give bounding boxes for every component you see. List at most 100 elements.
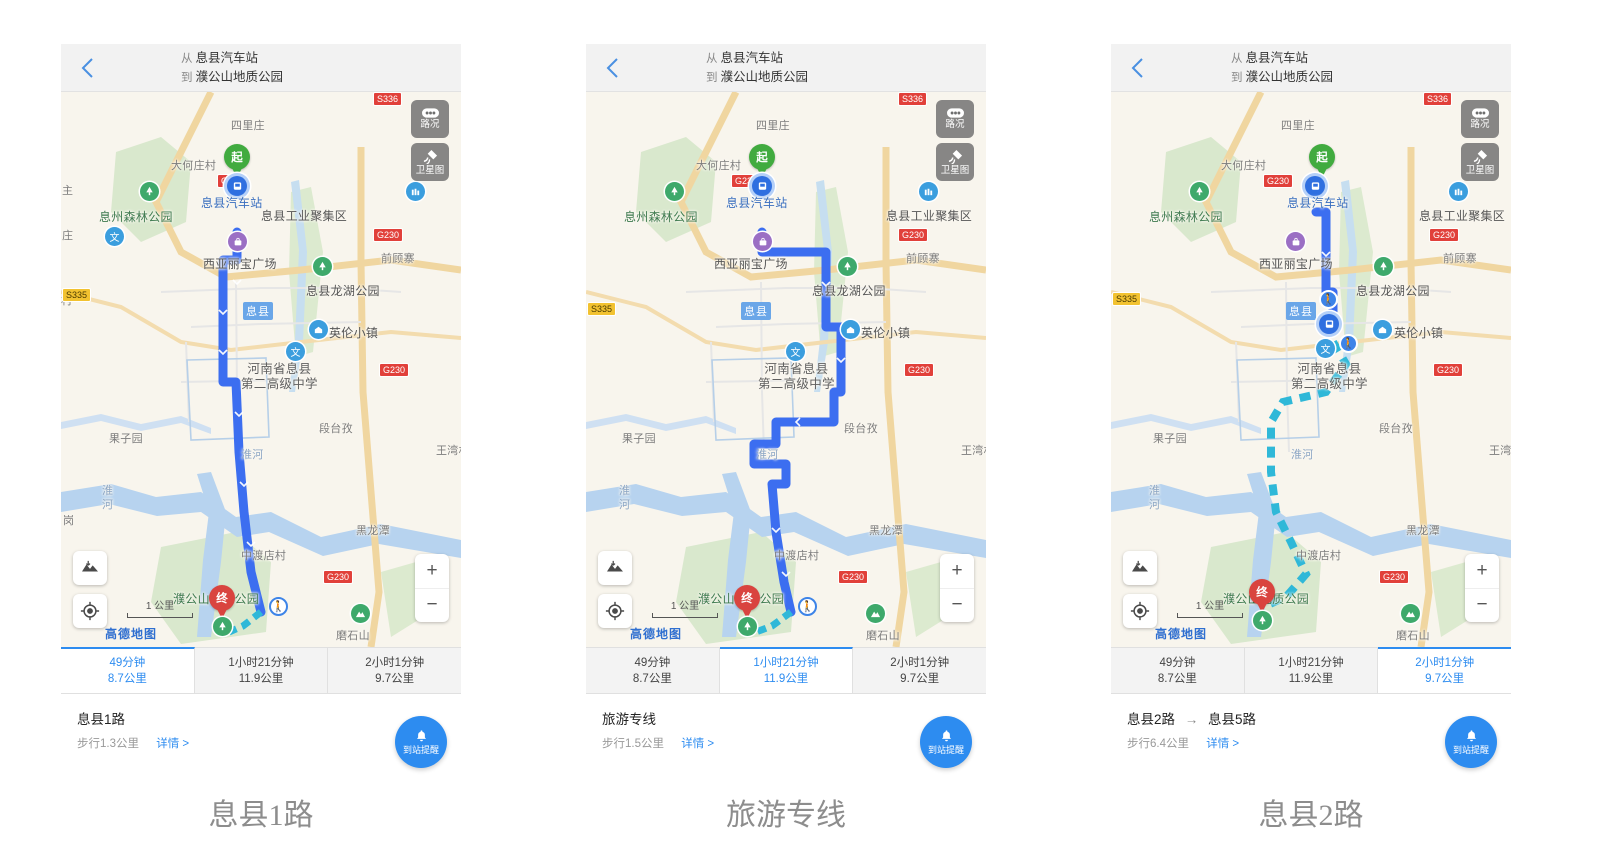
road-shield: S335 bbox=[587, 302, 617, 316]
route-panel-3: 从息县汽车站 到濮公山地质公园 四里庄 大何庄村 息州森林公园 息县工业聚集区 … bbox=[1111, 44, 1512, 794]
map-label: 息县龙湖公园 bbox=[812, 284, 886, 298]
panel-header: 从息县汽车站 到濮公山地质公园 bbox=[61, 44, 461, 92]
satellite-label: 卫星图 bbox=[940, 164, 970, 176]
map-label: 王湾村 bbox=[436, 445, 461, 457]
map-label: 前顾寨 bbox=[381, 253, 415, 265]
satellite-button[interactable]: 卫星图 bbox=[1461, 143, 1499, 181]
satellite-label: 卫星图 bbox=[1465, 164, 1495, 176]
map-label-school: 河南省息县 第二高级中学 bbox=[1291, 362, 1368, 391]
road-shield: S336 bbox=[1423, 92, 1453, 106]
locate-button[interactable] bbox=[73, 594, 107, 628]
tab-option-3[interactable]: 2小时1分钟 9.7公里 bbox=[328, 648, 461, 693]
end-marker[interactable]: 终 bbox=[1249, 579, 1275, 613]
arrival-reminder-button[interactable]: 到站提醒 bbox=[920, 716, 972, 768]
amap-logo: 高德地图 bbox=[1155, 627, 1208, 641]
bus-stop-icon[interactable] bbox=[752, 176, 772, 196]
map-label-river: 淮河 bbox=[102, 485, 114, 511]
tab-option-2[interactable]: 1小时21分钟 11.9公里 bbox=[1245, 648, 1379, 693]
tab-option-3[interactable]: 2小时1分钟 9.7公里 bbox=[1378, 647, 1512, 693]
scale-bar: 1 公里 bbox=[127, 597, 193, 618]
start-marker[interactable]: 起 bbox=[1309, 144, 1335, 178]
zoom-out-button[interactable]: − bbox=[1465, 589, 1499, 623]
satellite-button[interactable]: 卫星图 bbox=[411, 143, 449, 181]
zoom-control[interactable]: + − bbox=[940, 554, 974, 622]
back-button[interactable] bbox=[1127, 55, 1149, 81]
park-icon bbox=[738, 617, 757, 636]
map-label: 王湾村 bbox=[1489, 445, 1511, 457]
bus-stop-icon[interactable] bbox=[1319, 314, 1339, 334]
route-tabs[interactable]: 49分钟 8.7公里 1小时21分钟 11.9公里 2小时1分钟 9.7公里 bbox=[586, 647, 986, 694]
map-label: 西亚丽宝广场 bbox=[203, 257, 277, 271]
end-marker[interactable]: 终 bbox=[209, 585, 235, 619]
zoom-control[interactable]: + − bbox=[415, 554, 449, 622]
detail-link[interactable]: 详情 > bbox=[681, 738, 714, 750]
detail-link[interactable]: 详情 > bbox=[1206, 738, 1239, 750]
fab-label: 到站提醒 bbox=[927, 744, 964, 755]
map-label-school: 河南省息县 第二高级中学 bbox=[241, 362, 318, 391]
arrival-reminder-button[interactable]: 到站提醒 bbox=[395, 716, 447, 768]
bus-stop-icon[interactable] bbox=[227, 176, 247, 196]
back-button[interactable] bbox=[77, 55, 99, 81]
tab-option-2[interactable]: 1小时21分钟 11.9公里 bbox=[719, 647, 854, 693]
road-shield: G230 bbox=[373, 228, 404, 242]
tab-time: 2小时1分钟 bbox=[365, 656, 425, 669]
tab-option-2[interactable]: 1小时21分钟 11.9公里 bbox=[195, 648, 329, 693]
tab-time: 49分钟 bbox=[634, 656, 671, 669]
tab-option-1[interactable]: 49分钟 8.7公里 bbox=[61, 647, 195, 693]
map-label: 中渡店村 bbox=[241, 550, 287, 562]
zoom-out-button[interactable]: − bbox=[415, 589, 449, 623]
park-icon bbox=[1374, 257, 1393, 276]
map-canvas[interactable]: 四里庄 大何庄村 息州森林公园 息县工业聚集区 前顾寨 西亚丽宝广场 息县龙湖公… bbox=[61, 92, 461, 647]
map-layers-button[interactable] bbox=[1123, 551, 1157, 585]
start-marker[interactable]: 起 bbox=[749, 144, 775, 178]
mall-icon bbox=[228, 232, 247, 251]
route-tabs[interactable]: 49分钟 8.7公里 1小时21分钟 11.9公里 2小时1分钟 9.7公里 bbox=[1111, 647, 1512, 694]
satellite-button[interactable]: 卫星图 bbox=[936, 143, 974, 181]
from-prefix: 从 bbox=[1231, 53, 1243, 65]
map-canvas[interactable]: 四里庄 大何庄村 息州森林公园 息县工业聚集区 前顾寨 西亚丽宝广场 息县龙湖公… bbox=[586, 92, 986, 647]
back-button[interactable] bbox=[602, 55, 624, 81]
to-value: 濮公山地质公园 bbox=[1245, 70, 1334, 84]
arrival-reminder-button[interactable]: 到站提醒 bbox=[1445, 716, 1497, 768]
detail-link[interactable]: 详情 > bbox=[156, 738, 189, 750]
bus-stop-icon[interactable] bbox=[1305, 176, 1325, 196]
zoom-out-button[interactable]: − bbox=[940, 589, 974, 623]
walking-person-icon: 🚶 bbox=[798, 597, 817, 616]
zoom-in-button[interactable]: + bbox=[1465, 554, 1499, 589]
map-layers-button[interactable] bbox=[73, 551, 107, 585]
to-value: 濮公山地质公园 bbox=[195, 70, 284, 84]
road-shield: G230 bbox=[898, 228, 929, 242]
map-label: 淮河 bbox=[241, 449, 264, 461]
zoom-in-button[interactable]: + bbox=[415, 554, 449, 589]
tab-option-3[interactable]: 2小时1分钟 9.7公里 bbox=[853, 648, 986, 693]
satellite-label: 卫星图 bbox=[415, 164, 445, 176]
panel-caption-2: 旅游专线 bbox=[726, 799, 846, 832]
route-tabs[interactable]: 49分钟 8.7公里 1小时21分钟 11.9公里 2小时1分钟 9.7公里 bbox=[61, 647, 461, 694]
route-line-1: 息县2路 bbox=[1127, 712, 1176, 727]
traffic-button[interactable]: 路况 bbox=[936, 100, 974, 138]
map-label: 西亚丽宝广场 bbox=[1259, 257, 1333, 271]
tab-distance: 8.7公里 bbox=[1157, 672, 1197, 685]
traffic-button[interactable]: 路况 bbox=[411, 100, 449, 138]
walk-distance: 步行1.5公里 bbox=[602, 738, 664, 750]
locate-button[interactable] bbox=[1123, 594, 1157, 628]
route-line-1: 息县1路 bbox=[77, 712, 126, 727]
fab-label: 到站提醒 bbox=[402, 744, 439, 755]
mall-icon bbox=[753, 232, 772, 251]
end-marker[interactable]: 终 bbox=[734, 585, 760, 619]
map-canvas[interactable]: 四里庄 大何庄村 息州森林公园 息县工业聚集区 前顾寨 西亚丽宝广场 息县龙湖公… bbox=[1111, 92, 1511, 647]
locate-button[interactable] bbox=[598, 594, 632, 628]
map-label: 果子园 bbox=[622, 433, 656, 445]
zoom-control[interactable]: + − bbox=[1465, 554, 1499, 622]
traffic-button[interactable]: 路况 bbox=[1461, 100, 1499, 138]
zoom-in-button[interactable]: + bbox=[940, 554, 974, 589]
map-layers-button[interactable] bbox=[598, 551, 632, 585]
park-icon bbox=[1190, 182, 1209, 201]
start-marker[interactable]: 起 bbox=[224, 144, 250, 178]
tab-option-1[interactable]: 49分钟 8.7公里 bbox=[1111, 648, 1245, 693]
route-summary: 旅游专线 步行1.5公里 详情 > 到站提醒 bbox=[586, 694, 986, 794]
tab-option-1[interactable]: 49分钟 8.7公里 bbox=[586, 648, 720, 693]
school-icon: 文 bbox=[105, 227, 124, 246]
road-shield: S336 bbox=[898, 92, 928, 106]
route-summary: 息县2路 → 息县5路 步行6.4公里 详情 > 到站提醒 bbox=[1111, 694, 1511, 794]
